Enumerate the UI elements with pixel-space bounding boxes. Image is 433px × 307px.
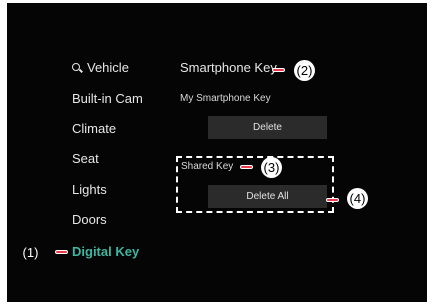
sidebar-item-doors[interactable]: Doors bbox=[72, 212, 107, 227]
sidebar-item-built-in-cam[interactable]: Built-in Cam bbox=[72, 91, 143, 106]
callout-2-number: (2) bbox=[294, 60, 315, 81]
sidebar-item-label: Vehicle bbox=[87, 60, 129, 75]
screen bbox=[7, 3, 427, 302]
delete-button[interactable]: Delete bbox=[208, 116, 327, 139]
callout-1-number: (1) bbox=[22, 245, 39, 260]
callout-4-marker bbox=[326, 198, 339, 202]
callout-3-marker bbox=[240, 165, 253, 169]
sidebar-item-lights[interactable]: Lights bbox=[72, 182, 107, 197]
callout-1-marker bbox=[55, 250, 68, 254]
sidebar-item-climate[interactable]: Climate bbox=[72, 121, 116, 136]
callout-4-number: (4) bbox=[347, 188, 368, 209]
delete-all-button[interactable]: Delete All bbox=[208, 185, 327, 208]
my-smartphone-key-label: My Smartphone Key bbox=[180, 93, 271, 104]
smartphone-key-title: Smartphone Key bbox=[180, 60, 277, 75]
sidebar-item-label: Built-in Cam bbox=[72, 91, 143, 106]
sidebar-item-digital-key[interactable]: Digital Key bbox=[72, 244, 139, 259]
search-icon bbox=[72, 63, 80, 71]
shared-key-label: Shared Key bbox=[181, 161, 234, 172]
sidebar-item-label: Doors bbox=[72, 212, 107, 227]
callout-3-number: (3) bbox=[261, 157, 282, 178]
sidebar-item-vehicle[interactable]: Vehicle bbox=[72, 60, 129, 75]
sidebar-item-label: Climate bbox=[72, 121, 117, 136]
sidebar-item-label: Digital Key bbox=[72, 244, 140, 259]
sidebar-item-label: Seat bbox=[72, 151, 99, 166]
sidebar-item-seat[interactable]: Seat bbox=[72, 151, 99, 166]
callout-2-marker bbox=[272, 68, 285, 72]
sidebar-item-label: Lights bbox=[72, 182, 107, 197]
